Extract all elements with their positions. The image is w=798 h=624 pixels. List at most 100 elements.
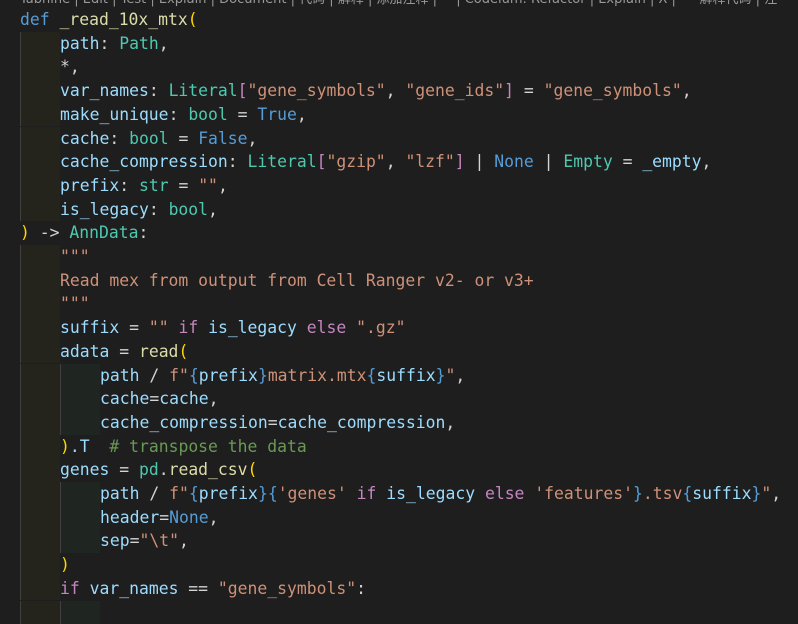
code-line[interactable]: header=None, <box>20 506 798 530</box>
code-token: : <box>149 81 169 100</box>
code-line[interactable]: ).T # transpose the data <box>20 435 798 459</box>
code-token: suffix <box>376 366 435 385</box>
code-line[interactable]: make_unique: bool = True, <box>20 103 798 127</box>
code-line[interactable]: suffix = "" if is_legacy else ".gz" <box>20 316 798 340</box>
code-line[interactable]: path / f"{prefix}matrix.mtx{suffix}", <box>20 364 798 388</box>
code-token: "gene_symbols" <box>544 81 682 100</box>
code-line[interactable]: """ <box>20 292 798 316</box>
codelens-separator: | <box>452 0 465 7</box>
code-editor[interactable]: Tabnine | Edit | Test | Explain | Docume… <box>0 0 798 608</box>
code-token: False <box>198 129 247 148</box>
code-token: Literal <box>248 152 317 171</box>
code-token: ( <box>188 10 198 29</box>
code-token: read_csv <box>169 460 248 479</box>
code-token: ) <box>20 223 30 242</box>
code-token: } <box>258 366 268 385</box>
code-line[interactable]: path: Path, <box>20 32 798 56</box>
code-line[interactable]: prefix: str = "", <box>20 174 798 198</box>
code-line[interactable]: cache=cache, <box>20 387 798 411</box>
codelens-action[interactable]: Codeium: Refactor <box>465 0 586 7</box>
code-line[interactable]: adata = read( <box>20 340 798 364</box>
code-token: Literal <box>169 81 238 100</box>
code-line[interactable]: Read mex from output from Cell Ranger v2… <box>20 269 798 293</box>
code-line[interactable]: path / f"{prefix}{'genes' if is_legacy e… <box>20 482 798 506</box>
codelens-separator: | <box>429 0 442 7</box>
code-token: Empty <box>563 152 612 171</box>
code-token: pd <box>139 460 159 479</box>
code-token: { <box>682 484 692 503</box>
code-token: , <box>159 34 169 53</box>
indent-guide <box>20 150 60 174</box>
code-token: is_legacy <box>60 200 149 219</box>
code-token: , <box>179 531 189 550</box>
code-token: } <box>436 366 446 385</box>
code-token: True <box>257 105 296 124</box>
code-line[interactable]: genes = pd.read_csv( <box>20 458 798 482</box>
codelens-action[interactable]: 添加注释 <box>376 0 428 7</box>
code-line[interactable]: cache_compression=cache_compression, <box>20 411 798 435</box>
code-line[interactable]: *, <box>20 55 798 79</box>
code-token: cache <box>100 389 149 408</box>
indent-guide <box>20 32 60 56</box>
code-token: : <box>109 129 129 148</box>
code-token: _empty <box>642 152 701 171</box>
code-line[interactable]: ) -> AnnData: <box>20 221 798 245</box>
code-token: read <box>139 342 178 361</box>
code-token: suffix <box>692 484 751 503</box>
code-line[interactable]: """ <box>20 245 798 269</box>
code-token: 'genes' <box>278 484 347 503</box>
code-token: bool <box>129 129 168 148</box>
code-token: "gene_symbols" <box>248 81 386 100</box>
code-token: "" <box>198 176 218 195</box>
code-line[interactable]: ) <box>20 553 798 577</box>
indent-guide <box>20 577 60 601</box>
code-line[interactable]: var_names: Literal["gene_symbols", "gene… <box>20 79 798 103</box>
code-line[interactable]: cache: bool = False, <box>20 127 798 151</box>
codelens-action[interactable]: Explain <box>598 0 646 7</box>
codelens-separator: | <box>108 0 121 7</box>
code-token: sep <box>100 531 130 550</box>
code-token: | <box>465 152 495 171</box>
code-token: { <box>189 484 199 503</box>
codelens-action[interactable]: Edit <box>83 0 108 7</box>
code-token: : <box>99 34 119 53</box>
code-token: , <box>455 366 465 385</box>
code-line[interactable]: is_legacy: bool, <box>20 198 798 222</box>
code-line[interactable]: if var_names == "gene_symbols": <box>20 577 798 601</box>
code-token: adata <box>60 342 109 361</box>
codelens-action[interactable]: Tabnine <box>20 0 70 7</box>
code-token: , <box>682 81 692 100</box>
codelens-action[interactable]: ***解释代码 <box>680 0 752 7</box>
code-line[interactable]: cache_compression: Literal["gzip", "lzf"… <box>20 150 798 174</box>
codelens-action[interactable]: 代码 <box>299 0 325 7</box>
indent-guide <box>20 127 60 151</box>
code-token: = <box>169 129 199 148</box>
codelens-action[interactable]: Test <box>121 0 147 7</box>
code-token: } <box>258 484 268 503</box>
codelens-action[interactable]: Document <box>219 0 286 7</box>
code-token: path <box>100 484 139 503</box>
code-token: , <box>386 152 406 171</box>
code-token: ) <box>60 555 70 574</box>
code-token: ( <box>178 342 188 361</box>
codelens-action[interactable]: 解释 <box>338 0 364 7</box>
indent-guide <box>20 458 60 482</box>
codelens-action[interactable]: 注 <box>764 0 777 7</box>
indent-guide <box>20 292 60 316</box>
code-token: | <box>534 152 564 171</box>
code-token: # transpose the data <box>109 437 306 456</box>
code-token: -> <box>30 223 69 242</box>
code-line[interactable]: sep="\t", <box>20 529 798 553</box>
codelens-action[interactable]: Explain <box>159 0 207 7</box>
code-token: , <box>218 176 228 195</box>
code-token: / <box>139 366 169 385</box>
code-token: cache_compression <box>60 152 228 171</box>
code-token: cache <box>60 129 109 148</box>
code-token <box>475 484 485 503</box>
indent-guide <box>20 340 60 364</box>
codelens-action[interactable]: ^ <box>441 0 452 7</box>
code-token: , <box>445 413 455 432</box>
code-line[interactable]: def _read_10x_mtx( <box>20 8 798 32</box>
code-line[interactable] <box>20 601 798 624</box>
code-token: None <box>169 508 208 527</box>
